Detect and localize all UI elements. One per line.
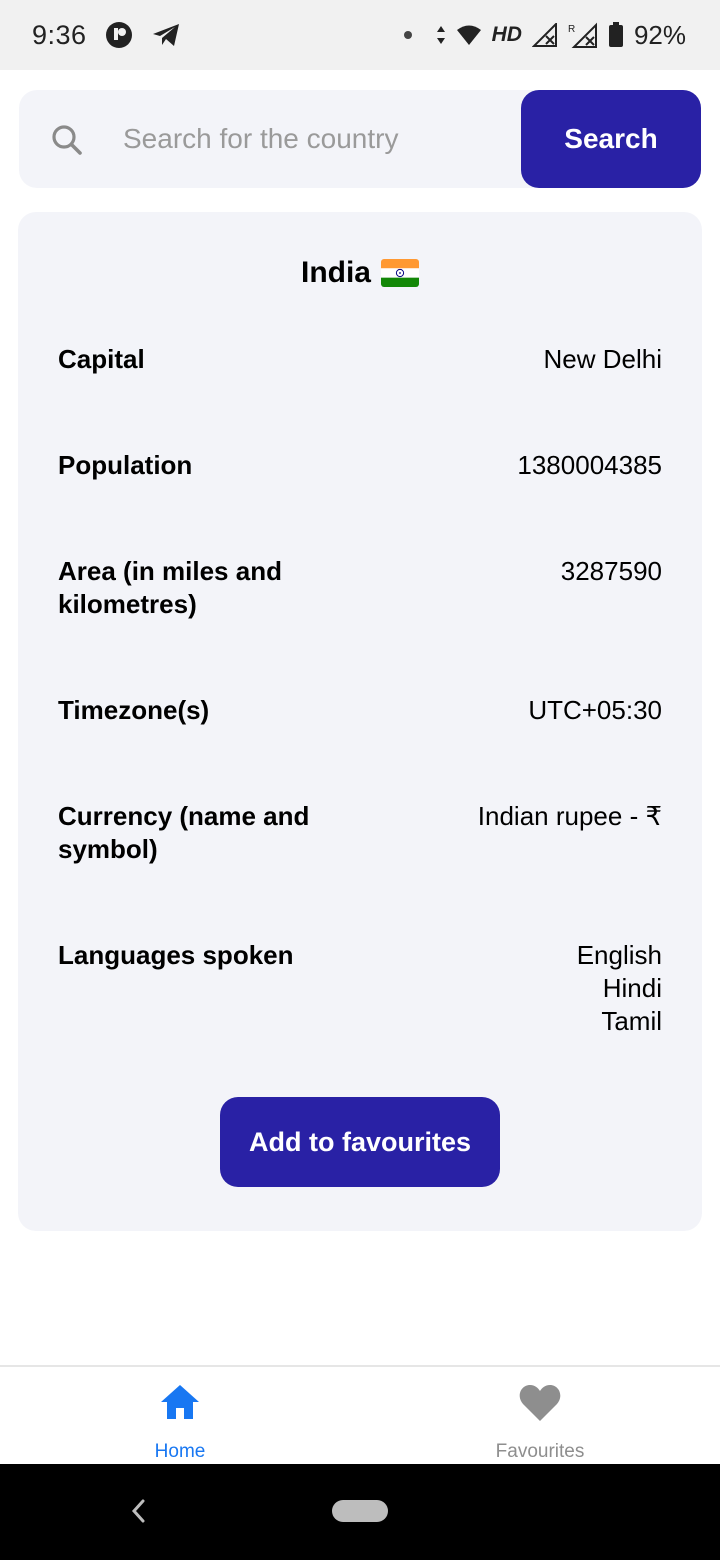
search-bar: Search <box>19 90 701 188</box>
add-to-favourites-button[interactable]: Add to favourites <box>220 1097 500 1187</box>
data-arrows-icon <box>436 25 446 45</box>
languages-value: English Hindi Tamil <box>577 939 662 1038</box>
home-gesture-pill[interactable] <box>332 1500 388 1522</box>
country-card: India Capital New Delhi Population 13800… <box>18 212 702 1231</box>
language-item: Hindi <box>602 973 662 1003</box>
home-icon <box>159 1383 201 1426</box>
area-row: Area (in miles and kilometres) 3287590 <box>58 555 662 621</box>
population-label: Population <box>58 450 193 480</box>
signal-2-icon: R <box>568 22 598 48</box>
back-icon[interactable] <box>128 1498 150 1529</box>
app-notification-icon <box>105 21 133 49</box>
timezone-value: UTC+05:30 <box>528 695 662 725</box>
capital-row: Capital New Delhi <box>58 343 662 376</box>
language-item: Tamil <box>601 1006 662 1036</box>
search-icon <box>51 124 83 161</box>
country-name: India <box>300 256 371 289</box>
population-value: 1380004385 <box>517 450 662 480</box>
wifi-icon <box>456 24 482 46</box>
notification-dot-icon <box>403 31 412 39</box>
battery-icon <box>608 22 624 48</box>
tab-favourites-label: Favourites <box>495 1441 585 1462</box>
telegram-icon <box>151 22 181 48</box>
signal-1-icon <box>531 23 558 47</box>
battery-percent: 92% <box>633 19 686 50</box>
currency-value: Indian rupee - ₹ <box>477 801 662 831</box>
capital-label: Capital <box>58 344 145 374</box>
network-type-label: HD <box>491 23 522 46</box>
status-time: 9:36 <box>32 19 87 50</box>
area-label: Area (in miles and kilometres) <box>58 556 282 619</box>
population-row: Population 1380004385 <box>58 449 662 482</box>
capital-value: New Delhi <box>543 344 663 374</box>
area-value: 3287590 <box>560 556 662 586</box>
tab-home-label: Home <box>154 1441 206 1462</box>
currency-label: Currency (name and symbol) <box>58 801 310 864</box>
search-input[interactable] <box>123 114 515 164</box>
currency-row: Currency (name and symbol) Indian rupee … <box>58 800 662 866</box>
bottom-nav: Home Favourites <box>0 1365 720 1464</box>
app-screen: 9:36 HD R 92% Search for the country Sea… <box>0 0 720 1560</box>
svg-text:R: R <box>568 24 575 35</box>
status-bar: 9:36 HD R 92% <box>0 0 720 70</box>
system-nav-bar <box>0 1464 720 1560</box>
language-item: English <box>576 940 662 970</box>
search-button[interactable]: Search <box>521 90 701 188</box>
timezone-row: Timezone(s) UTC+05:30 <box>58 694 662 727</box>
timezone-label: Timezone(s) <box>58 695 210 725</box>
heart-icon <box>518 1383 562 1428</box>
languages-label: Languages spoken <box>58 940 294 970</box>
flag-india-icon <box>381 259 419 287</box>
tab-favourites[interactable]: Favourites <box>360 1367 720 1464</box>
languages-row: Languages spoken English Hindi Tamil <box>58 939 662 1038</box>
country-title: India <box>18 256 702 290</box>
tab-home[interactable]: Home <box>0 1367 360 1464</box>
